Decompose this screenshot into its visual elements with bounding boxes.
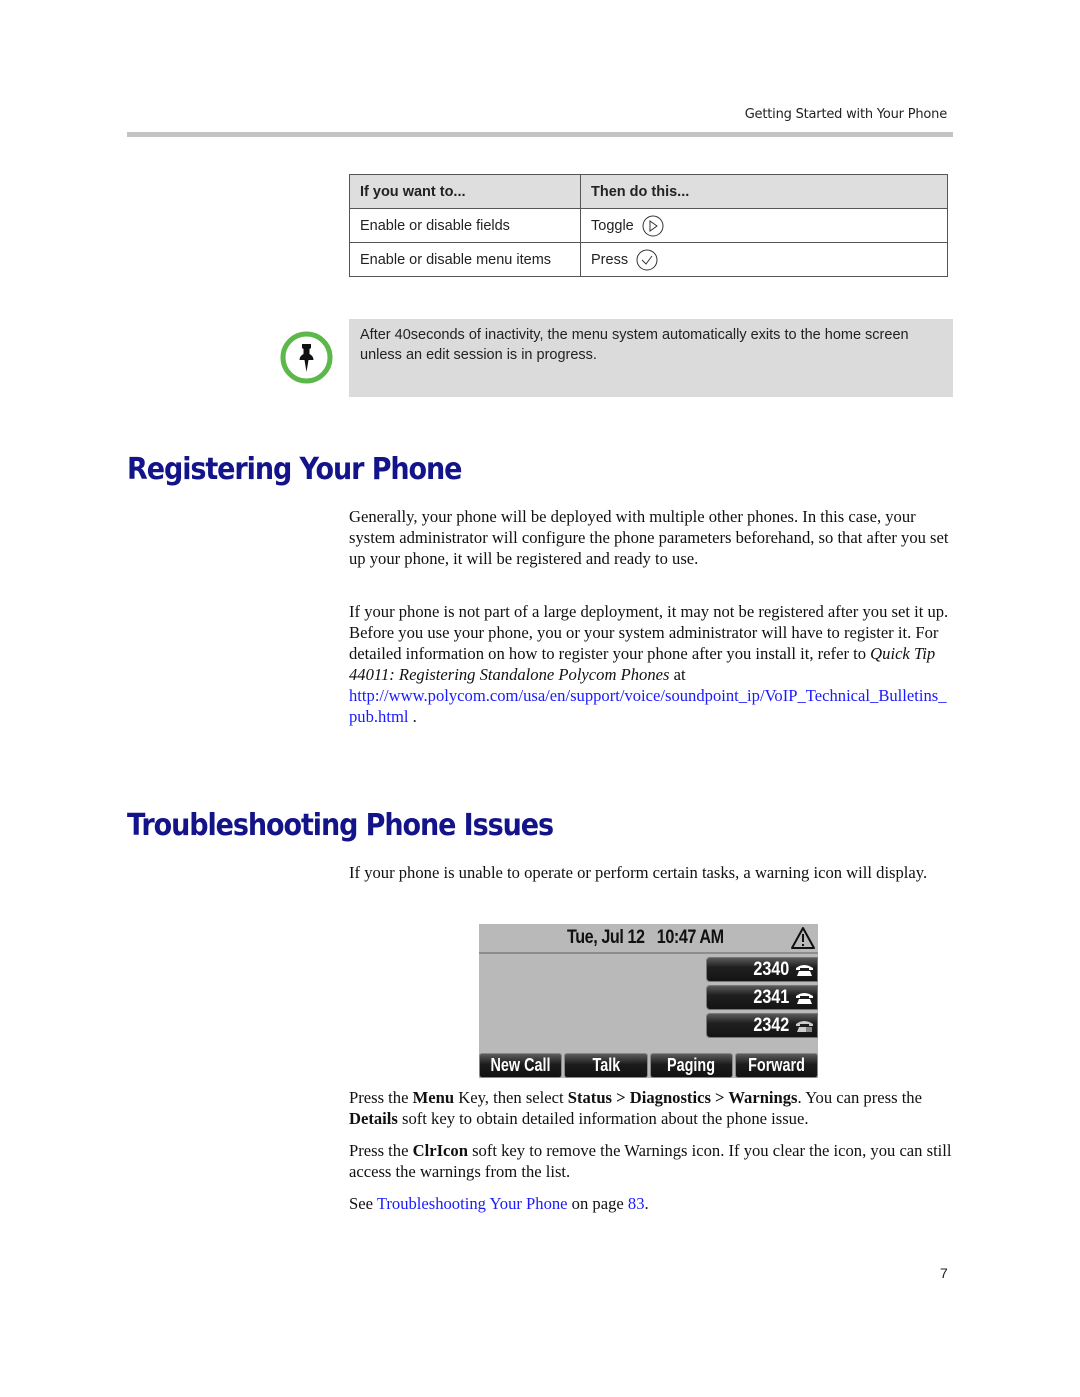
clricon-key-term: ClrIcon <box>412 1141 468 1160</box>
section-heading-troubleshooting: Troubleshooting Phone Issues <box>127 808 554 843</box>
registering-paragraph-2: If your phone is not part of a large dep… <box>349 601 953 727</box>
handset-icon <box>796 1021 813 1032</box>
handset-icon <box>796 993 813 1004</box>
troubleshooting-paragraph-1: If your phone is unable to operate or pe… <box>349 863 928 882</box>
warning-triangle-icon <box>791 927 815 949</box>
table-row: Enable or disable menu items Press <box>349 242 948 277</box>
note-box: After 40seconds of inactivity, the menu … <box>349 319 953 397</box>
menu-path: Status > Diagnostics > Warnings <box>567 1088 798 1107</box>
table-cell-instruction: Toggle <box>580 208 948 243</box>
phone-status-bar: Tue, Jul 12 10:47 AM <box>479 924 818 954</box>
phone-date-time: Tue, Jul 12 10:47 AM <box>567 927 724 948</box>
table-row: Enable or disable fields Toggle <box>349 208 948 243</box>
phone-screen-image: Tue, Jul 12 10:47 AM 2340 2341 2342 New … <box>479 924 818 1078</box>
pushpin-note-icon <box>280 331 333 384</box>
right-arrow-key-icon <box>642 215 664 236</box>
line-key-2341: 2341 <box>706 985 818 1010</box>
line-number: 2340 <box>753 959 789 980</box>
line-key-2342: 2342 <box>706 1013 818 1038</box>
table-cell-instruction: Press <box>580 242 948 277</box>
instruction-table: If you want to... Then do this... Enable… <box>349 174 948 277</box>
running-header: Getting Started with Your Phone <box>744 107 948 122</box>
section-heading-registering: Registering Your Phone <box>127 452 462 487</box>
table-cell-action: Enable or disable menu items <box>349 242 581 277</box>
softkey-talk: Talk <box>564 1053 648 1078</box>
softkey-new-call: New Call <box>479 1053 563 1078</box>
paragraph-text: If your phone is not part of a large dep… <box>349 602 949 663</box>
menu-key-term: Menu <box>412 1088 455 1107</box>
troubleshooting-paragraph-3: Press the ClrIcon soft key to remove the… <box>349 1141 952 1181</box>
line-number: 2341 <box>753 987 789 1008</box>
paragraph-text: . <box>408 707 417 726</box>
polycom-bulletins-link[interactable]: http://www.polycom.com/usa/en/support/vo… <box>349 686 947 726</box>
line-key-2340: 2340 <box>706 957 818 982</box>
line-number: 2342 <box>753 1015 789 1036</box>
table-header-action: If you want to... <box>349 174 581 209</box>
handset-icon <box>796 965 813 976</box>
softkey-paging: Paging <box>649 1053 733 1078</box>
table-header-instruction: Then do this... <box>580 174 948 209</box>
table-cell-action: Enable or disable fields <box>349 208 581 243</box>
page-83-link[interactable]: 83 <box>628 1194 645 1213</box>
select-checkmark-key-icon <box>636 249 658 270</box>
troubleshooting-paragraph-2: Press the Menu Key, then select Status >… <box>349 1088 922 1128</box>
softkey-forward: Forward <box>734 1053 818 1078</box>
header-rule <box>127 132 953 137</box>
troubleshooting-see-also: See Troubleshooting Your Phone on page 8… <box>349 1194 649 1213</box>
instruction-text: Toggle <box>591 217 634 234</box>
instruction-text: Press <box>591 251 629 268</box>
table-header-row: If you want to... Then do this... <box>349 174 948 209</box>
paragraph-text: at <box>669 665 686 684</box>
troubleshooting-your-phone-link[interactable]: Troubleshooting Your Phone <box>377 1194 568 1213</box>
page-number: 7 <box>940 1265 948 1281</box>
phone-softkeys: New Call Talk Paging Forward <box>479 1053 818 1078</box>
registering-paragraph-1: Generally, your phone will be deployed w… <box>349 507 949 568</box>
details-key-term: Details <box>349 1109 398 1128</box>
